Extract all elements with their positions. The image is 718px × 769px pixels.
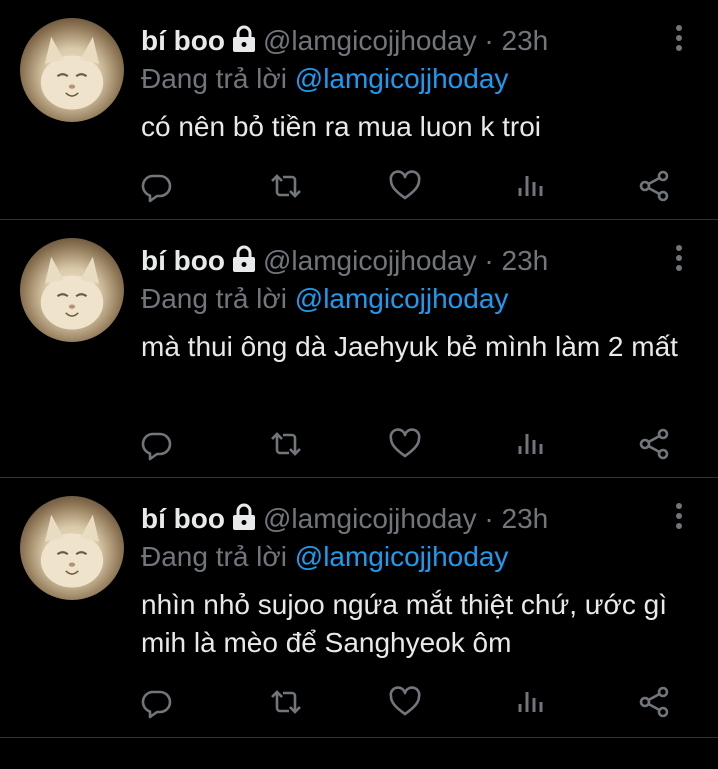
tweet[interactable]: bí boo @lamgicojjhoday · 23h Đang trả lời… — [0, 0, 718, 220]
share-icon[interactable] — [636, 168, 672, 204]
more-icon[interactable] — [674, 502, 684, 530]
heart-icon[interactable] — [387, 168, 423, 204]
tweet-feed: bí boo @lamgicojjhoday · 23h Đang trả lời… — [0, 0, 718, 769]
lock-icon — [231, 503, 257, 539]
handle-and-time[interactable]: @lamgicojjhoday · 23h — [263, 25, 548, 56]
reply-context: Đang trả lời @lamgicojjhoday — [141, 540, 508, 574]
tweet[interactable]: bí boo @lamgicojjhoday · 23h Đang trả lời… — [0, 478, 718, 738]
action-bar — [0, 168, 718, 208]
share-icon[interactable] — [636, 426, 672, 462]
reply-icon[interactable] — [138, 684, 174, 720]
handle-and-time[interactable]: @lamgicojjhoday · 23h — [263, 245, 548, 276]
tweet-header: bí boo @lamgicojjhoday · 23h — [141, 244, 548, 281]
reply-prefix: Đang trả lời — [141, 63, 295, 94]
tweet-header: bí boo @lamgicojjhoday · 23h — [141, 502, 548, 539]
reply-mention-link[interactable]: @lamgicojjhoday — [295, 541, 509, 572]
share-icon[interactable] — [636, 684, 672, 720]
heart-icon[interactable] — [387, 684, 423, 720]
views-icon[interactable] — [512, 426, 548, 462]
avatar[interactable] — [20, 238, 124, 342]
tweet-text: mà thui ông dà Jaehyuk bẻ mình làm 2 mất — [141, 331, 678, 362]
views-icon[interactable] — [512, 684, 548, 720]
views-icon[interactable] — [512, 168, 548, 204]
reply-context: Đang trả lời @lamgicojjhoday — [141, 62, 508, 96]
more-icon[interactable] — [674, 24, 684, 52]
tweet-header: bí boo @lamgicojjhoday · 23h — [141, 24, 548, 61]
action-bar — [0, 426, 718, 466]
reply-icon[interactable] — [138, 426, 174, 462]
heart-icon[interactable] — [387, 426, 423, 462]
cat-avatar-image — [40, 514, 104, 588]
display-name[interactable]: bí boo — [141, 503, 225, 534]
more-icon[interactable] — [674, 244, 684, 272]
avatar[interactable] — [20, 496, 124, 600]
lock-icon — [231, 245, 257, 281]
retweet-icon[interactable] — [268, 168, 304, 204]
avatar[interactable] — [20, 18, 124, 122]
display-name[interactable]: bí boo — [141, 245, 225, 276]
reply-prefix: Đang trả lời — [141, 283, 295, 314]
lock-icon — [231, 25, 257, 61]
cat-avatar-image — [40, 256, 104, 330]
tweet[interactable]: bí boo @lamgicojjhoday · 23h Đang trả lời… — [0, 220, 718, 478]
reply-prefix: Đang trả lời — [141, 541, 295, 572]
display-name[interactable]: bí boo — [141, 25, 225, 56]
reply-icon[interactable] — [138, 168, 174, 204]
retweet-icon[interactable] — [268, 426, 304, 462]
retweet-icon[interactable] — [268, 684, 304, 720]
reply-mention-link[interactable]: @lamgicojjhoday — [295, 63, 509, 94]
action-bar — [0, 684, 718, 724]
reply-mention-link[interactable]: @lamgicojjhoday — [295, 283, 509, 314]
handle-and-time[interactable]: @lamgicojjhoday · 23h — [263, 503, 548, 534]
tweet-text: nhìn nhỏ sujoo ngứa mắt thiệt chứ, ước g… — [141, 589, 667, 658]
reply-context: Đang trả lời @lamgicojjhoday — [141, 282, 508, 316]
cat-avatar-image — [40, 36, 104, 110]
tweet-text: có nên bỏ tiền ra mua luon k troi — [141, 111, 542, 142]
